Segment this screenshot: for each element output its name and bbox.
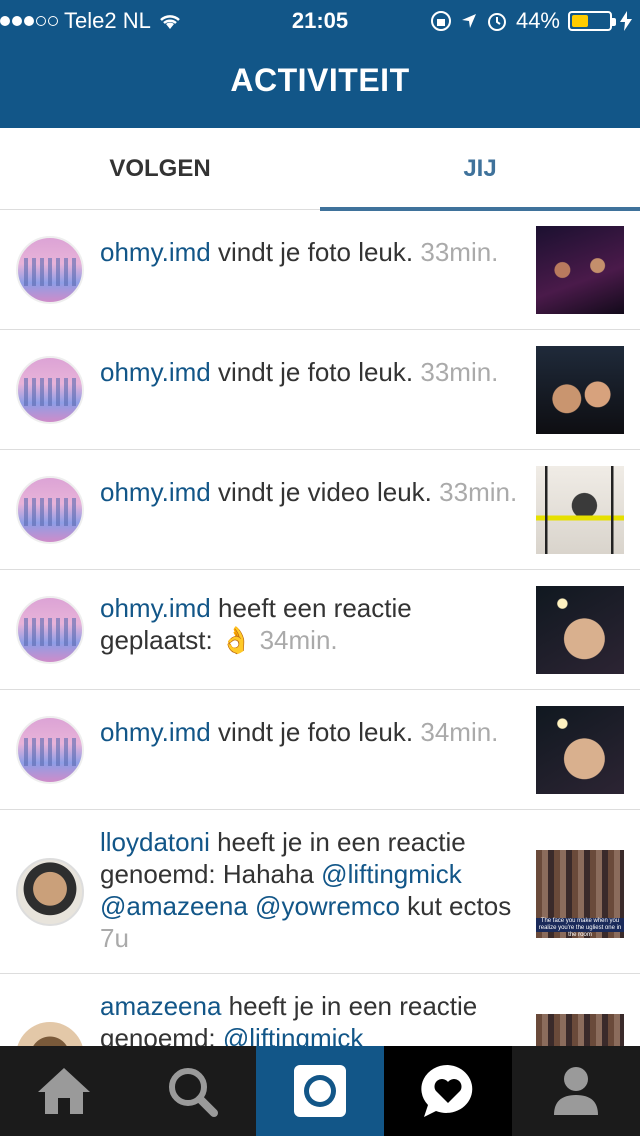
thumbnail-caption: The face you make when you realize you'r…	[536, 918, 624, 938]
mention-link[interactable]: @amazeena	[100, 891, 248, 921]
list-item[interactable]: ohmy.imd heeft een reactie geplaatst: 👌 …	[0, 570, 640, 690]
activity-list: ohmy.imd vindt je foto leuk. 33min. ohmy…	[0, 210, 640, 1046]
username-link[interactable]: lloydatoni	[100, 827, 210, 857]
post-thumbnail[interactable]: The face you make when you realize you'r…	[536, 850, 624, 938]
timestamp: 34min.	[420, 717, 499, 747]
list-item[interactable]: lloydatoni heeft je in een reactie genoe…	[0, 810, 640, 974]
activity-text: ohmy.imd heeft een reactie geplaatst: 👌 …	[100, 593, 412, 655]
battery-percent: 44%	[515, 8, 560, 33]
location-icon	[461, 14, 476, 28]
username-link[interactable]: ohmy.imd	[100, 717, 211, 747]
status-bar: Tele2 NL 21:05 44%	[0, 0, 640, 40]
post-thumbnail[interactable]	[536, 706, 624, 794]
timestamp: 7u	[100, 923, 129, 953]
avatar[interactable]	[16, 236, 84, 304]
username-link[interactable]: ohmy.imd	[100, 237, 211, 267]
list-item[interactable]: amazeena heeft je in een reactie genoemd…	[0, 974, 640, 1046]
home-icon	[38, 1068, 90, 1114]
alarm-icon	[487, 13, 506, 31]
avatar[interactable]	[16, 356, 84, 424]
tab-search[interactable]	[128, 1046, 256, 1136]
avatar[interactable]	[16, 1022, 84, 1046]
tab-home[interactable]	[0, 1046, 128, 1136]
search-icon	[169, 1068, 218, 1117]
timestamp: 34min.	[259, 625, 338, 655]
mention-link[interactable]: @yowremco	[255, 891, 400, 921]
timestamp: 33min.	[420, 237, 499, 267]
battery-icon	[568, 11, 616, 31]
avatar[interactable]	[16, 476, 84, 544]
username-link[interactable]: ohmy.imd	[100, 357, 211, 387]
avatar[interactable]	[16, 716, 84, 784]
status-right: 44%	[430, 8, 632, 34]
activity-tabs: VOLGEN JIJ	[0, 128, 640, 211]
list-item[interactable]: ohmy.imd vindt je foto leuk. 33min.	[0, 330, 640, 450]
tab-jij[interactable]: JIJ	[320, 128, 640, 211]
avatar[interactable]	[16, 596, 84, 664]
timestamp: 33min.	[439, 477, 518, 507]
avatar[interactable]	[16, 858, 84, 926]
activity-text: lloydatoni heeft je in een reactie genoe…	[100, 827, 512, 953]
post-thumbnail[interactable]	[536, 226, 624, 314]
page-title: ACTIVITEIT	[230, 62, 410, 98]
activity-text: amazeena heeft je in een reactie genoemd…	[100, 990, 520, 1046]
rotation-lock-icon	[430, 11, 451, 31]
profile-icon	[554, 1067, 598, 1115]
list-item[interactable]: ohmy.imd vindt je foto leuk. 33min.	[0, 210, 640, 330]
list-item[interactable]: ohmy.imd vindt je video leuk. 33min.	[0, 450, 640, 570]
username-link[interactable]: amazeena	[100, 991, 221, 1021]
mention-link[interactable]: @liftingmick	[223, 1023, 364, 1046]
activity-text: ohmy.imd vindt je foto leuk. 34min.	[100, 717, 499, 747]
username-link[interactable]: ohmy.imd	[100, 593, 211, 623]
post-thumbnail[interactable]	[536, 346, 624, 434]
tab-camera[interactable]	[256, 1046, 384, 1136]
tab-profile[interactable]	[512, 1046, 640, 1136]
top-bar: Tele2 NL 21:05 44% ACTIVITEIT	[0, 0, 640, 128]
charging-icon	[620, 11, 632, 31]
tab-activity[interactable]	[384, 1046, 512, 1136]
heart-bubble-icon	[421, 1064, 473, 1117]
tab-volgen-label: VOLGEN	[109, 155, 211, 182]
activity-text: ohmy.imd vindt je foto leuk. 33min.	[100, 237, 499, 267]
bottom-tab-bar	[0, 1046, 640, 1136]
activity-text: ohmy.imd vindt je foto leuk. 33min.	[100, 357, 499, 387]
list-item[interactable]: ohmy.imd vindt je foto leuk. 34min.	[0, 690, 640, 810]
ok-hand-emoji: 👌	[219, 625, 253, 655]
timestamp: 33min.	[420, 357, 499, 387]
tab-volgen[interactable]: VOLGEN	[0, 128, 320, 210]
video-thumbnail[interactable]	[536, 466, 624, 554]
mention-link[interactable]: @liftingmick	[321, 859, 462, 889]
battery-level	[572, 15, 588, 27]
activity-text: ohmy.imd vindt je video leuk. 33min.	[100, 477, 518, 507]
post-thumbnail[interactable]	[536, 1014, 624, 1046]
camera-icon	[294, 1065, 346, 1117]
tab-jij-label: JIJ	[463, 155, 497, 182]
post-thumbnail[interactable]	[536, 586, 624, 674]
username-link[interactable]: ohmy.imd	[100, 477, 211, 507]
